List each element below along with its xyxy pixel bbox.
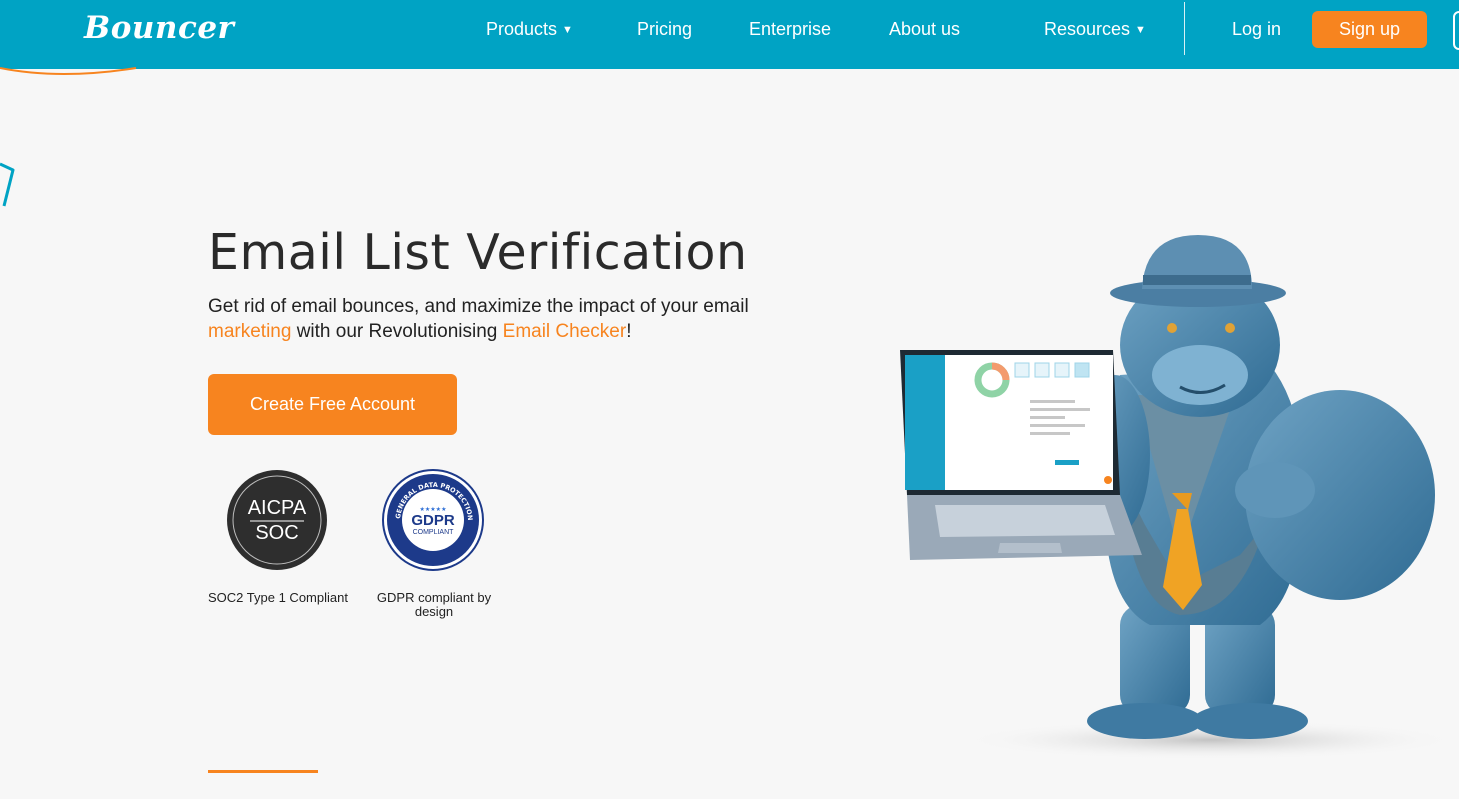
nav-products[interactable]: Products ▼ xyxy=(486,19,573,40)
email-checker-link[interactable]: Email Checker xyxy=(503,321,627,342)
chevron-down-icon: ▼ xyxy=(1135,24,1146,36)
gdpr-badge: GENERAL DATA PROTECTION REGULATION ★★★★★… xyxy=(382,469,484,571)
aicpa-seal-text: AICPA xyxy=(248,497,307,519)
decorative-accent-line xyxy=(208,770,318,773)
nav-divider xyxy=(1184,2,1185,55)
nav-about-us[interactable]: About us xyxy=(889,19,960,40)
top-navigation-bar: Bouncer Products ▼ Pricing Enterprise Abo… xyxy=(0,0,1459,69)
nav-resources[interactable]: Resources ▼ xyxy=(1044,19,1146,40)
gdpr-seal-text: GDPR xyxy=(411,512,455,529)
hero-subtitle: Get rid of email bounces, and maximize t… xyxy=(208,294,768,344)
bouncer-logo[interactable]: Bouncer xyxy=(84,10,234,46)
soc-seal-text: SOC xyxy=(255,522,298,544)
hero-subtitle-text-3: ! xyxy=(626,321,632,342)
hero-title: Email List Verification xyxy=(208,224,748,281)
login-link[interactable]: Log in xyxy=(1232,19,1281,40)
create-free-account-button[interactable]: Create Free Account xyxy=(208,374,457,435)
compliant-seal-text: COMPLIANT xyxy=(413,529,455,536)
menu-button-edge[interactable] xyxy=(1453,11,1459,50)
nav-products-label: Products xyxy=(486,19,558,39)
hero-subtitle-text-2: with our Revolutionising xyxy=(291,321,503,342)
soc2-caption: SOC2 Type 1 Compliant xyxy=(208,590,348,605)
gorilla-mascot-illustration xyxy=(900,235,1450,760)
nav-resources-label: Resources xyxy=(1044,19,1131,39)
decorative-orange-curve xyxy=(0,67,137,75)
marketing-link[interactable]: marketing xyxy=(208,321,291,342)
signup-button[interactable]: Sign up xyxy=(1312,11,1427,48)
nav-enterprise[interactable]: Enterprise xyxy=(749,19,831,40)
gdpr-caption: GDPR compliant by design xyxy=(376,590,492,619)
nav-pricing[interactable]: Pricing xyxy=(637,19,692,40)
chevron-down-icon: ▼ xyxy=(562,24,573,36)
aicpa-soc-badge: AICPA SOC xyxy=(227,470,327,570)
hero-subtitle-text-1: Get rid of email bounces, and maximize t… xyxy=(208,296,749,317)
decorative-blue-shape xyxy=(0,162,15,207)
